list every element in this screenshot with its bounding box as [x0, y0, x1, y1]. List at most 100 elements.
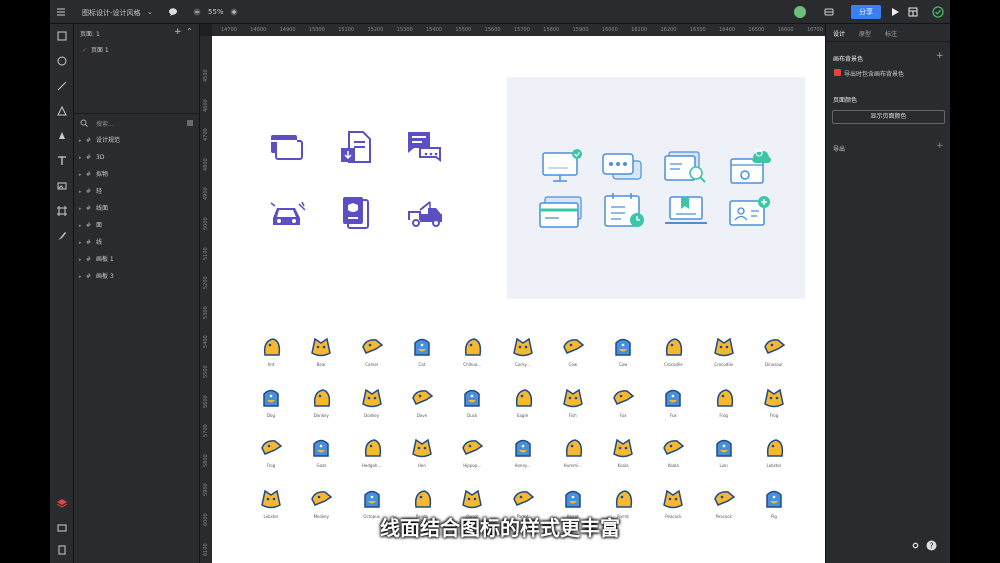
icon-car-crash[interactable]: [269, 198, 307, 228]
icon-monitor-check[interactable]: [539, 149, 585, 187]
pen-tool-icon[interactable]: [56, 130, 68, 142]
chevron-down-icon[interactable]: ⌄: [147, 8, 153, 16]
search-input[interactable]: 搜索...: [96, 119, 114, 128]
line-tool-icon[interactable]: [56, 80, 68, 92]
animal-icon[interactable]: Eagle: [498, 382, 548, 422]
animal-icon[interactable]: Bear: [296, 331, 346, 371]
caret-right-icon[interactable]: ▸: [79, 184, 82, 200]
icon-frame[interactable]: [507, 77, 805, 299]
layout-icon[interactable]: [908, 7, 918, 17]
animal-icon[interactable]: Hedgeh...: [347, 432, 397, 472]
animal-icon[interactable]: Hippop...: [447, 432, 497, 472]
animal-icon[interactable]: Fox: [598, 382, 648, 422]
add-page-icon[interactable]: +: [174, 27, 182, 37]
icon-id-cards[interactable]: [537, 194, 585, 230]
layer-item[interactable]: ▸ # 线面: [74, 201, 200, 217]
zoom-level[interactable]: 55%: [208, 8, 224, 16]
animal-icon[interactable]: Goat: [296, 432, 346, 472]
document-title[interactable]: 图标设计-设计风格: [82, 8, 141, 18]
share-button[interactable]: 分享: [851, 5, 881, 19]
add-export-icon[interactable]: +: [936, 141, 944, 151]
animal-icon[interactable]: Cow: [548, 331, 598, 371]
menu-icon[interactable]: [56, 7, 66, 17]
animal-icon[interactable]: Donkey: [347, 382, 397, 422]
image-tool-icon[interactable]: [56, 180, 68, 192]
layer-search[interactable]: 搜索...: [78, 117, 196, 129]
show-page-color-button[interactable]: 显示页面颜色: [832, 110, 945, 124]
animal-icon[interactable]: Hen: [397, 432, 447, 472]
animal-icon[interactable]: Frog: [246, 432, 296, 472]
frame-tool-icon[interactable]: [56, 205, 68, 217]
animal-icon[interactable]: Cocky...: [498, 331, 548, 371]
caret-right-icon[interactable]: ▸: [79, 218, 82, 234]
page-item[interactable]: ✓ 页面 1: [74, 43, 200, 59]
zoom-in-icon[interactable]: [230, 8, 238, 16]
animal-icon[interactable]: Chihua...: [447, 331, 497, 371]
caret-right-icon[interactable]: ▸: [79, 252, 82, 268]
animal-icon[interactable]: Crocodile: [648, 331, 698, 371]
animal-icon[interactable]: Koala: [648, 432, 698, 472]
caret-right-icon[interactable]: ▸: [79, 150, 82, 166]
layer-item[interactable]: ▸ # 线: [74, 235, 200, 251]
icon-contact-add[interactable]: [727, 193, 773, 229]
layer-item[interactable]: ▸ # 画板 3: [74, 269, 200, 285]
collapse-icon[interactable]: ⌃: [186, 27, 193, 36]
ellipse-tool-icon[interactable]: [56, 55, 68, 67]
animal-icon[interactable]: Honey...: [498, 432, 548, 472]
export-bg-checkbox[interactable]: [834, 69, 841, 76]
artboard[interactable]: Ant Bear Camel Cat Chihua... Cocky... Cow Cow Cr…: [212, 36, 825, 563]
animal-icon[interactable]: Donkey: [296, 382, 346, 422]
triangle-tool-icon[interactable]: [56, 105, 68, 117]
text-tool-icon[interactable]: [56, 155, 68, 167]
icon-chat-bubbles[interactable]: [601, 151, 645, 187]
layer-item[interactable]: ▸ # 画板 1: [74, 252, 200, 268]
brush-tool-icon[interactable]: [56, 230, 68, 242]
stack-icon[interactable]: [824, 7, 834, 17]
animal-icon[interactable]: Crocodile: [699, 331, 749, 371]
animal-icon[interactable]: Fox: [648, 382, 698, 422]
animal-icon[interactable]: Lion: [699, 432, 749, 472]
icon-browser-search[interactable]: [663, 149, 709, 185]
icon-tow-truck[interactable]: [406, 198, 446, 228]
caret-right-icon[interactable]: ▸: [79, 167, 82, 183]
icon-cloud-settings[interactable]: [727, 147, 773, 187]
avatar[interactable]: [794, 6, 806, 18]
canvas[interactable]: 14700 14800 14900 15000 15100 15200 15300 15400…: [200, 24, 825, 563]
animal-icon[interactable]: Koala: [598, 432, 648, 472]
tab-annotate[interactable]: 标注: [885, 29, 897, 38]
animal-icon[interactable]: Ant: [246, 331, 296, 371]
layer-item[interactable]: ▸ # 轻: [74, 184, 200, 200]
layer-item[interactable]: ▸ #3D: [74, 150, 200, 166]
caret-right-icon[interactable]: ▸: [79, 201, 82, 217]
caret-right-icon[interactable]: ▸: [79, 269, 82, 285]
caret-right-icon[interactable]: ▸: [79, 235, 82, 251]
caret-right-icon[interactable]: ▸: [79, 133, 82, 149]
icon-passport[interactable]: [340, 196, 372, 230]
animal-icon[interactable]: Lobster: [749, 432, 799, 472]
settings-icon[interactable]: [911, 541, 920, 550]
animal-icon[interactable]: Cow: [598, 331, 648, 371]
icon-chat[interactable]: [406, 130, 442, 164]
tab-prototype[interactable]: 原型: [859, 29, 871, 38]
animal-icon[interactable]: Frog: [699, 382, 749, 422]
animal-icon[interactable]: Camel: [347, 331, 397, 371]
animal-icon[interactable]: Duck: [447, 382, 497, 422]
animal-icon[interactable]: Hummi...: [548, 432, 598, 472]
check-circle-icon[interactable]: [932, 6, 944, 18]
layer-item[interactable]: ▸ # 拟物: [74, 167, 200, 183]
tab-design[interactable]: 设计: [833, 29, 845, 38]
animal-icon[interactable]: Cat: [397, 331, 447, 371]
filter-icon[interactable]: [186, 119, 194, 127]
rectangle-tool-icon[interactable]: [56, 30, 68, 42]
layer-item[interactable]: ▸ # 面: [74, 218, 200, 234]
animal-icon[interactable]: Dog: [246, 382, 296, 422]
animal-icon[interactable]: Frog: [749, 382, 799, 422]
icon-document-download[interactable]: [339, 130, 373, 164]
layer-item[interactable]: ▸ # 设计规范: [74, 133, 200, 149]
animal-icon[interactable]: Dinosaur: [749, 331, 799, 371]
help-icon[interactable]: ?: [926, 540, 937, 551]
icon-credit-card[interactable]: [270, 132, 304, 162]
book-icon[interactable]: [56, 544, 68, 556]
zoom-out-icon[interactable]: [193, 8, 201, 16]
comment-icon[interactable]: [168, 7, 178, 17]
